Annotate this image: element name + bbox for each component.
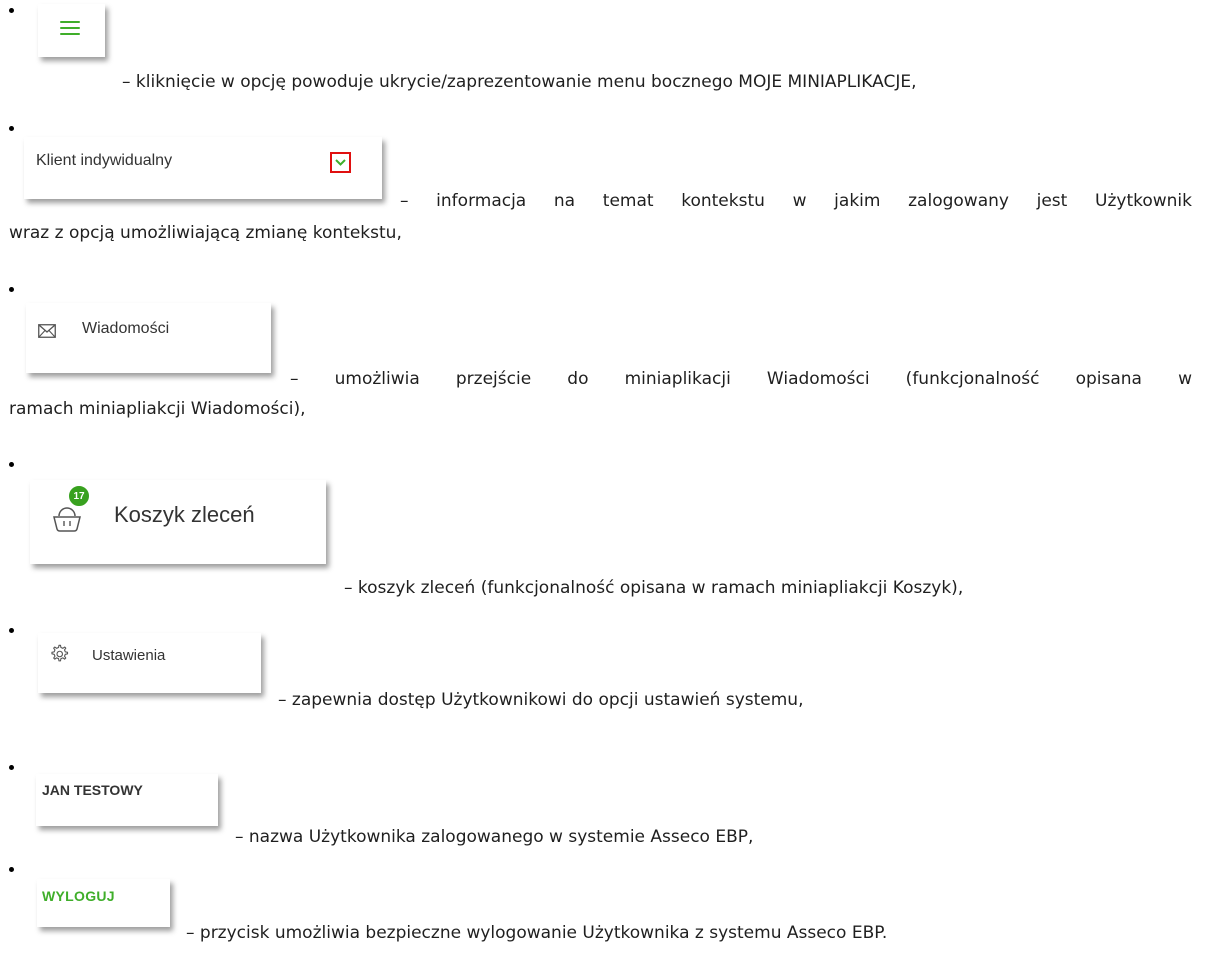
- bullet: [9, 628, 14, 633]
- envelope-icon: [38, 324, 56, 338]
- user-name: JAN TESTOWY: [42, 782, 143, 798]
- bullet: [9, 287, 14, 292]
- bullet: [9, 8, 14, 13]
- settings-description: – zapewnia dostęp Użytkownikowi do opcji…: [278, 690, 804, 710]
- user-name-box: JAN TESTOWY: [36, 774, 218, 826]
- settings-button[interactable]: Ustawienia: [38, 633, 261, 693]
- bullet: [9, 765, 14, 770]
- logout-description: – przycisk umożliwia bezpieczne wylogowa…: [186, 923, 888, 943]
- messages-label: Wiadomości: [82, 320, 170, 337]
- basket-count-badge: 17: [67, 484, 91, 508]
- context-description-line1: – informacja na temat kontekstu w jakim …: [400, 191, 1192, 211]
- settings-label: Ustawienia: [92, 647, 166, 664]
- bullet: [9, 462, 14, 467]
- chevron-down-icon[interactable]: [330, 152, 351, 173]
- bullet: [9, 126, 14, 131]
- menu-toggle-button[interactable]: [38, 4, 105, 57]
- logout-label: WYLOGUJ: [42, 888, 115, 904]
- menu-toggle-description: – kliknięcie w opcję powoduje ukrycie/za…: [122, 72, 917, 92]
- basket-label: Koszyk zleceń: [114, 502, 255, 527]
- basket-button[interactable]: 17 Koszyk zleceń: [30, 480, 326, 564]
- bullet: [9, 867, 14, 872]
- hamburger-menu-icon: [60, 21, 80, 39]
- gear-icon: [51, 644, 69, 662]
- context-selector[interactable]: Klient indywidualny: [24, 137, 382, 199]
- messages-button[interactable]: Wiadomości: [26, 303, 271, 373]
- context-label: Klient indywidualny: [36, 152, 173, 169]
- messages-description-line2: ramach miniapliakcji Wiadomości),: [9, 399, 306, 419]
- basket-description: – koszyk zleceń (funkcjonalność opisana …: [344, 578, 964, 598]
- user-description: – nazwa Użytkownika zalogowanego w syste…: [235, 827, 754, 847]
- messages-description-line1: – umożliwia przejście do miniaplikacji W…: [290, 369, 1192, 389]
- logout-button[interactable]: WYLOGUJ: [37, 879, 170, 927]
- context-description-line2: wraz z opcją umożliwiającą zmianę kontek…: [9, 223, 402, 243]
